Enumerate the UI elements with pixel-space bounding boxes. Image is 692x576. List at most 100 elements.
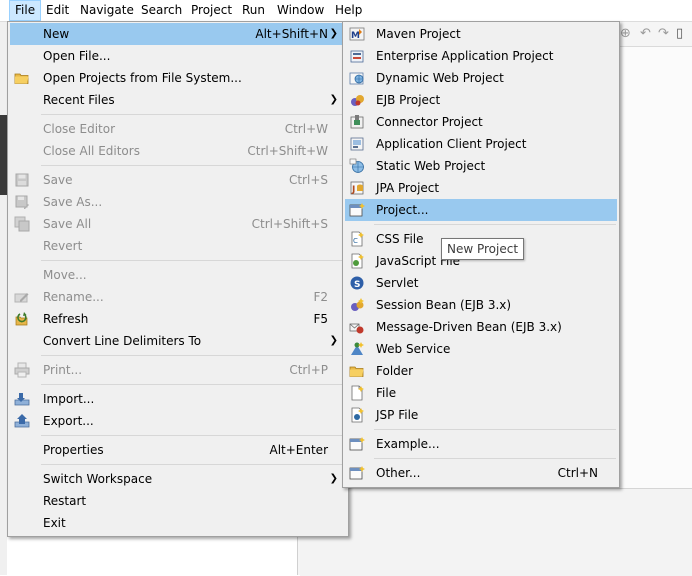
jsp-file-icon: [351, 407, 364, 423]
svg-text:J: J: [351, 185, 355, 195]
file-menu-item-new[interactable]: New Alt+Shift+N ❯: [10, 23, 346, 45]
menu-search[interactable]: Search: [136, 0, 187, 21]
submenu-arrow-icon: ❯: [329, 28, 338, 39]
menu-item-label: Close Editor: [43, 122, 116, 136]
new-menu-item-session-bean[interactable]: Session Bean (EJB 3.x): [345, 294, 617, 316]
new-menu-item-servlet[interactable]: S Servlet: [345, 272, 617, 294]
file-menu-item-close-all-editors[interactable]: Close All Editors Ctrl+Shift+W: [10, 140, 346, 162]
new-menu-item-jsp-file[interactable]: JSP File: [345, 404, 617, 426]
new-menu-item-other[interactable]: Other... Ctrl+N: [345, 462, 617, 484]
new-menu-item-file[interactable]: File: [345, 382, 617, 404]
menu-item-label: Properties: [43, 443, 104, 457]
menu-separator: [41, 260, 345, 261]
new-menu-item-web-service[interactable]: Web Service: [345, 338, 617, 360]
enterprise-app-project-icon: [350, 50, 364, 63]
rename-icon: [14, 293, 29, 303]
folder-icon: [14, 73, 29, 84]
menu-item-label: Enterprise Application Project: [376, 49, 554, 63]
file-menu-item-open-projects[interactable]: Open Projects from File System...: [10, 67, 346, 89]
file-menu: New Alt+Shift+N ❯ Open File... Open Proj…: [7, 21, 349, 537]
file-menu-item-convert-line-delimiters[interactable]: Convert Line Delimiters To ❯: [10, 330, 346, 352]
menu-item-accel: Ctrl+P: [289, 363, 328, 377]
jpa-project-icon: J: [350, 181, 364, 195]
menu-item-accel: Ctrl+W: [284, 122, 328, 136]
svg-text:C: C: [353, 237, 358, 245]
menu-item-accel: Ctrl+Shift+W: [247, 144, 328, 158]
menu-item-label: Refresh: [43, 312, 89, 326]
new-menu-item-message-driven-bean[interactable]: Message-Driven Bean (EJB 3.x): [345, 316, 617, 338]
menu-item-label: Rename...: [43, 290, 104, 304]
new-menu-item-application-client-project[interactable]: Application Client Project: [345, 133, 617, 155]
toolbar-forward-icon[interactable]: ↷: [658, 26, 669, 41]
file-menu-item-save-all[interactable]: Save All Ctrl+Shift+S: [10, 213, 346, 235]
new-menu-item-ejb-project[interactable]: EJB Project: [345, 89, 617, 111]
static-web-project-icon: [349, 158, 364, 173]
new-menu-item-example[interactable]: Example...: [345, 433, 617, 455]
menu-item-label: Dynamic Web Project: [376, 71, 504, 85]
menu-window[interactable]: Window: [272, 0, 329, 21]
menu-item-label: Session Bean (EJB 3.x): [376, 298, 512, 312]
menu-item-label: Convert Line Delimiters To: [43, 334, 202, 348]
toolbar-view-icon[interactable]: ▯: [676, 26, 683, 41]
file-menu-item-open-file[interactable]: Open File...: [10, 45, 346, 67]
menu-separator: [41, 355, 345, 356]
file-menu-item-restart[interactable]: Restart: [10, 490, 346, 512]
file-menu-item-exit[interactable]: Exit: [10, 512, 346, 534]
new-menu-item-dynamic-web-project[interactable]: Dynamic Web Project: [345, 67, 617, 89]
new-menu-item-jpa-project[interactable]: J JPA Project: [345, 177, 617, 199]
file-menu-item-export[interactable]: Export...: [10, 410, 346, 432]
submenu-arrow-icon: ❯: [329, 335, 338, 346]
file-menu-item-rename[interactable]: Rename... F2: [10, 286, 346, 308]
file-menu-item-import[interactable]: Import...: [10, 388, 346, 410]
menu-project[interactable]: Project: [186, 0, 237, 21]
toolbar-search-icon[interactable]: ⊕: [620, 26, 631, 41]
new-menu-item-project[interactable]: Project...: [345, 199, 617, 221]
new-menu-item-folder[interactable]: Folder: [345, 360, 617, 382]
session-bean-icon: [351, 298, 364, 311]
file-menu-item-close-editor[interactable]: Close Editor Ctrl+W: [10, 118, 346, 140]
new-menu-item-enterprise-application-project[interactable]: Enterprise Application Project: [345, 45, 617, 67]
menu-navigate[interactable]: Navigate: [75, 0, 139, 21]
menu-item-label: CSS File: [376, 232, 424, 246]
menu-item-label: Exit: [43, 516, 66, 530]
file-menu-item-switch-workspace[interactable]: Switch Workspace ❯: [10, 468, 346, 490]
css-file-icon: C: [351, 231, 364, 247]
servlet-icon: S: [350, 276, 364, 290]
file-icon: [351, 385, 364, 401]
menu-item-accel: F5: [313, 312, 328, 326]
menu-separator: [41, 435, 345, 436]
javascript-file-icon: [351, 253, 364, 269]
menu-item-accel: Alt+Shift+N: [255, 27, 328, 41]
file-menu-item-properties[interactable]: Properties Alt+Enter: [10, 439, 346, 461]
menu-separator: [41, 114, 345, 115]
message-driven-bean-icon: [349, 323, 364, 334]
file-menu-item-print[interactable]: Print... Ctrl+P: [10, 359, 346, 381]
menu-item-accel: Ctrl+N: [557, 466, 598, 480]
file-menu-item-recent-files[interactable]: Recent Files ❯: [10, 89, 346, 111]
menu-item-accel: Alt+Enter: [269, 443, 328, 457]
refresh-icon: [15, 312, 28, 326]
save-all-icon: [14, 216, 30, 232]
new-menu-item-static-web-project[interactable]: Static Web Project: [345, 155, 617, 177]
file-menu-item-save-as[interactable]: Save As...: [10, 191, 346, 213]
menu-run[interactable]: Run: [237, 0, 270, 21]
svg-text:M: M: [351, 31, 360, 41]
other-icon: [349, 466, 365, 480]
menu-item-label: Web Service: [376, 342, 451, 356]
menu-separator: [41, 464, 345, 465]
file-menu-item-save[interactable]: Save Ctrl+S: [10, 169, 346, 191]
menu-file[interactable]: File: [9, 0, 42, 21]
file-menu-item-revert[interactable]: Revert: [10, 235, 346, 257]
menu-item-label: Servlet: [376, 276, 419, 290]
file-menu-item-refresh[interactable]: Refresh F5: [10, 308, 346, 330]
svg-text:S: S: [354, 280, 360, 290]
toolbar-back-icon[interactable]: ↶: [640, 26, 651, 41]
new-menu-item-maven-project[interactable]: M Maven Project: [345, 23, 617, 45]
menu-edit[interactable]: Edit: [41, 0, 74, 21]
menu-item-label: Application Client Project: [376, 137, 527, 151]
project-icon: [349, 203, 365, 217]
menu-help[interactable]: Help: [330, 0, 367, 21]
file-menu-item-move[interactable]: Move...: [10, 264, 346, 286]
dynamic-web-project-icon: [349, 72, 364, 85]
new-menu-item-connector-project[interactable]: Connector Project: [345, 111, 617, 133]
